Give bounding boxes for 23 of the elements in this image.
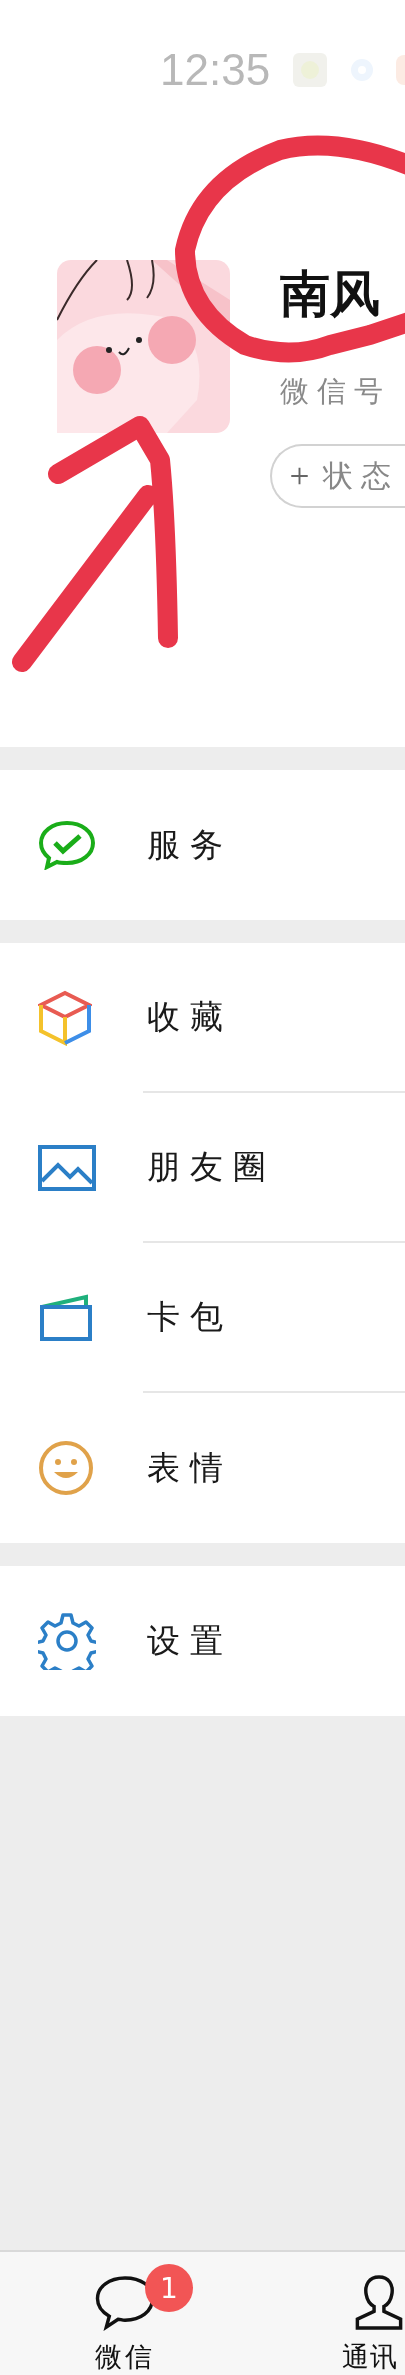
user-name: 南风 [280, 264, 381, 324]
menu-item[interactable]: 表情 [147, 1445, 233, 1491]
cube-icon [38, 990, 92, 1046]
wechat-id-label: 微信号 [280, 373, 392, 410]
menu-item[interactable]: 卡包 [147, 1294, 233, 1340]
smiley-icon [38, 1440, 94, 1496]
check-bubble-icon [38, 820, 96, 870]
tab[interactable]: 微信 1 [0, 2252, 250, 2375]
menu-item[interactable]: 收藏 [147, 994, 233, 1040]
add-status-button[interactable]: 状态 [270, 444, 405, 508]
chat-bubble-icon [94, 2274, 156, 2331]
tab[interactable]: 通讯 [250, 2252, 405, 2375]
menu-item[interactable]: 朋友圈 [147, 1144, 276, 1190]
menu-item[interactable]: 设置 [147, 1618, 233, 1664]
status-time: 12:35 [160, 44, 271, 96]
picture-icon [38, 1145, 96, 1191]
settings-icon [38, 1612, 96, 1670]
menu-item[interactable]: 服务 [147, 822, 233, 868]
unread-badge: 1 [145, 2264, 193, 2312]
app-icon [292, 52, 329, 88]
wallet-icon [38, 1293, 94, 1343]
avatar-drawing[interactable] [57, 260, 230, 433]
person-icon [354, 2274, 404, 2331]
